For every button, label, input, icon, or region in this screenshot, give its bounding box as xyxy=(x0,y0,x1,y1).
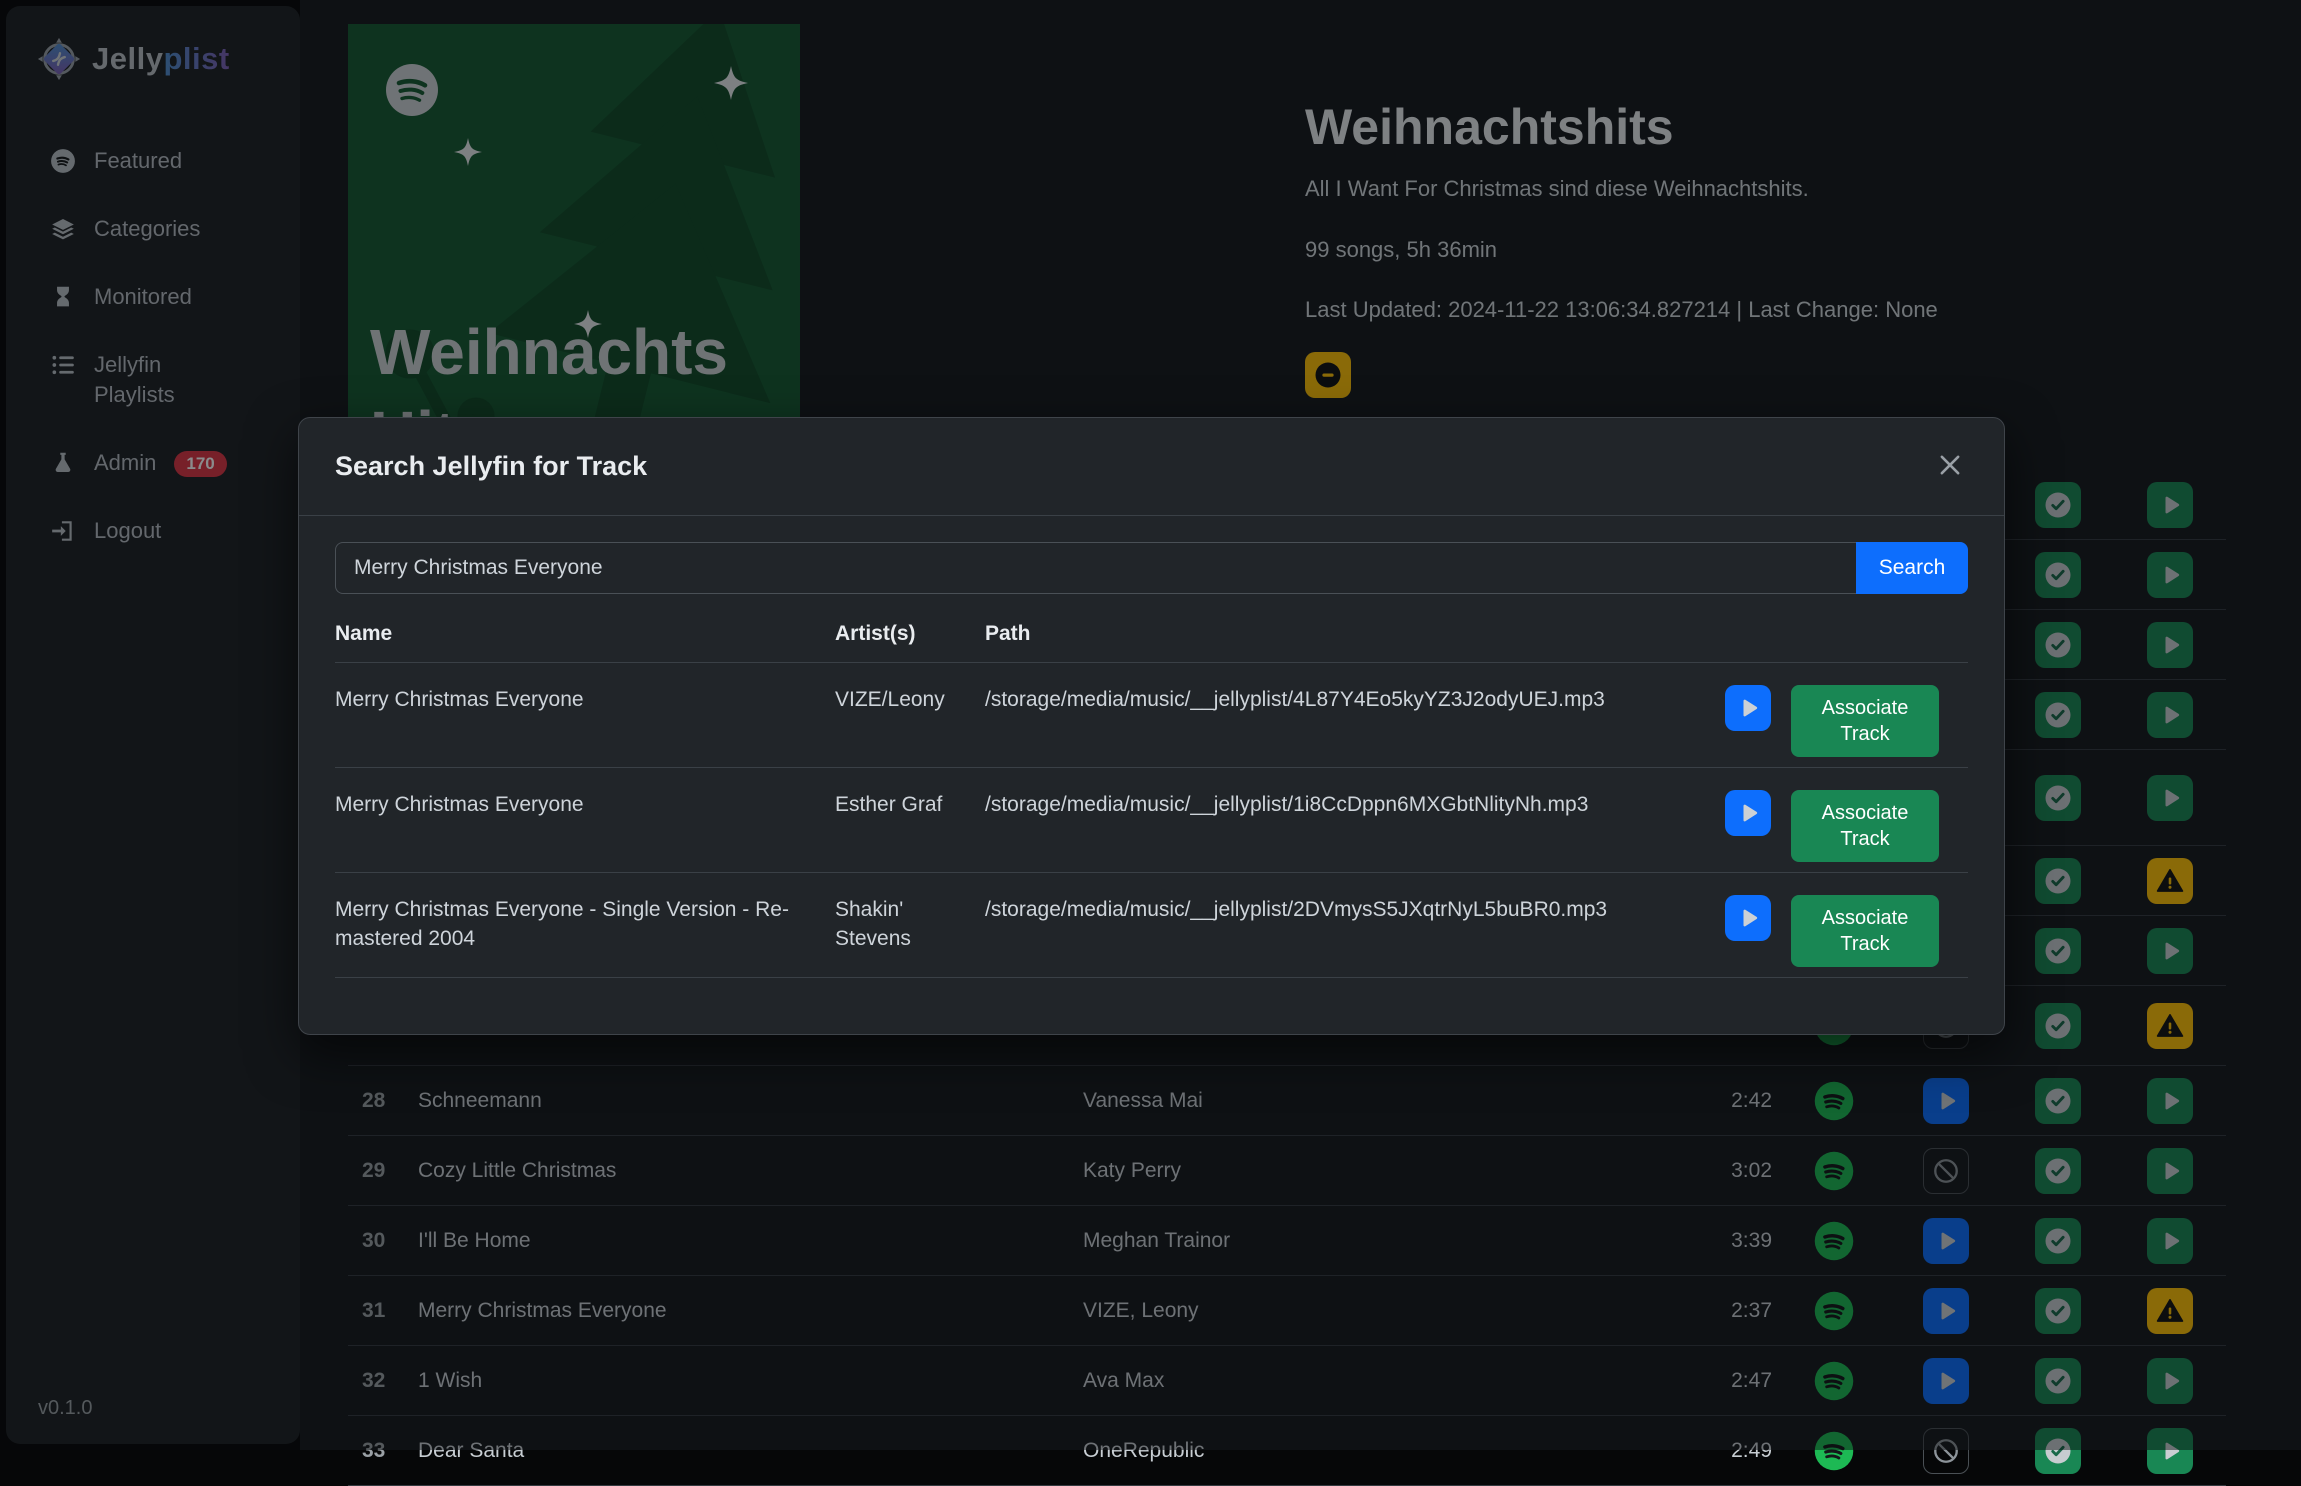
search-input[interactable] xyxy=(335,542,1856,594)
close-icon xyxy=(1936,451,1964,479)
search-group: Search xyxy=(335,542,1968,594)
associate-track-button[interactable]: Associate Track xyxy=(1791,685,1939,757)
modal-body: Search Name Artist(s) Path Merry Christm… xyxy=(299,516,2004,978)
result-name: Merry Christmas Everyone - Single Versio… xyxy=(335,895,835,953)
column-artists: Artist(s) xyxy=(835,622,985,646)
result-path: /storage/media/music/__jellyplist/1i8CcD… xyxy=(985,790,1725,819)
associate-track-button[interactable]: Associate Track xyxy=(1791,790,1939,862)
result-name: Merry Christmas Everyone xyxy=(335,685,835,714)
result-artists: VIZE/Leony xyxy=(835,685,985,714)
search-jellyfin-modal: Search Jellyfin for Track Search Name Ar… xyxy=(298,417,2005,1035)
close-button[interactable] xyxy=(1932,447,1968,486)
result-path: /storage/media/music/__jellyplist/4L87Y4… xyxy=(985,685,1725,714)
associate-track-button[interactable]: Associate Track xyxy=(1791,895,1939,967)
result-artists: Esther Graf xyxy=(835,790,985,819)
results-list: Merry Christmas Everyone VIZE/Leony /sto… xyxy=(335,663,1968,978)
play-blue-button[interactable] xyxy=(1725,685,1771,731)
modal-title: Search Jellyfin for Track xyxy=(335,451,647,482)
search-result-row-3: Merry Christmas Everyone - Single Versio… xyxy=(335,873,1968,978)
search-result-row-2: Merry Christmas Everyone Esther Graf /st… xyxy=(335,768,1968,873)
play-blue-button[interactable] xyxy=(1725,895,1771,941)
play-blue-button[interactable] xyxy=(1725,790,1771,836)
search-button[interactable]: Search xyxy=(1856,542,1968,594)
result-artists: Shakin' Stevens xyxy=(835,895,985,953)
result-path: /storage/media/music/__jellyplist/2DVmys… xyxy=(985,895,1725,924)
column-path: Path xyxy=(985,622,1725,646)
modal-header: Search Jellyfin for Track xyxy=(299,418,2004,516)
result-name: Merry Christmas Everyone xyxy=(335,790,835,819)
search-result-row-1: Merry Christmas Everyone VIZE/Leony /sto… xyxy=(335,663,1968,768)
column-name: Name xyxy=(335,622,835,646)
results-header: Name Artist(s) Path xyxy=(335,594,1968,663)
